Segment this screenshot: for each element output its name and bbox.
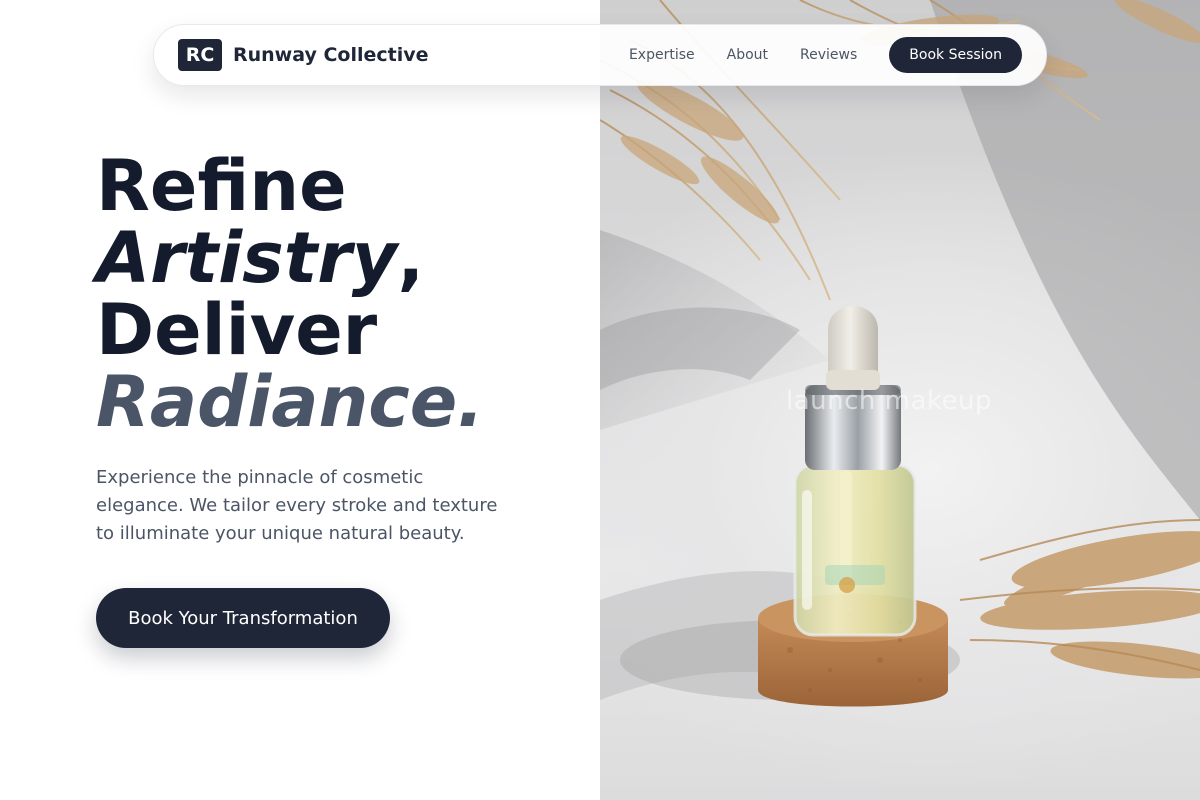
headline-line-2: Artistry,: [96, 222, 576, 294]
hero-subtitle: Experience the pinnacle of cosmetic eleg…: [96, 467, 498, 544]
headline-comma: ,: [397, 217, 425, 299]
landing-page: launch makeup RC Runway Collective Exper…: [0, 0, 1200, 800]
headline-emphasis-artistry: Artistry: [96, 217, 398, 299]
nav-links: Expertise About Reviews Book Session: [629, 37, 1022, 73]
book-transformation-button[interactable]: Book Your Transformation: [96, 588, 390, 648]
nav-link-expertise[interactable]: Expertise: [629, 47, 695, 63]
brand-badge: RC: [178, 39, 222, 71]
top-navigation: RC Runway Collective Expertise About Rev…: [153, 24, 1047, 86]
image-watermark-caption: launch makeup: [786, 386, 993, 416]
nav-link-reviews[interactable]: Reviews: [800, 47, 857, 63]
book-session-button[interactable]: Book Session: [889, 37, 1022, 73]
brand-logo[interactable]: RC Runway Collective: [178, 39, 429, 71]
hero-product-photo: launch makeup: [600, 0, 1200, 800]
headline-emphasis-radiance: Radiance.: [96, 361, 484, 443]
hero-headline: Refine Artistry, Deliver Radiance.: [96, 150, 576, 438]
headline-line-1: Refine: [96, 145, 347, 227]
brand-name: Runway Collective: [233, 44, 429, 66]
nav-link-about[interactable]: About: [727, 47, 768, 63]
headline-line-3: Deliver: [96, 289, 378, 371]
